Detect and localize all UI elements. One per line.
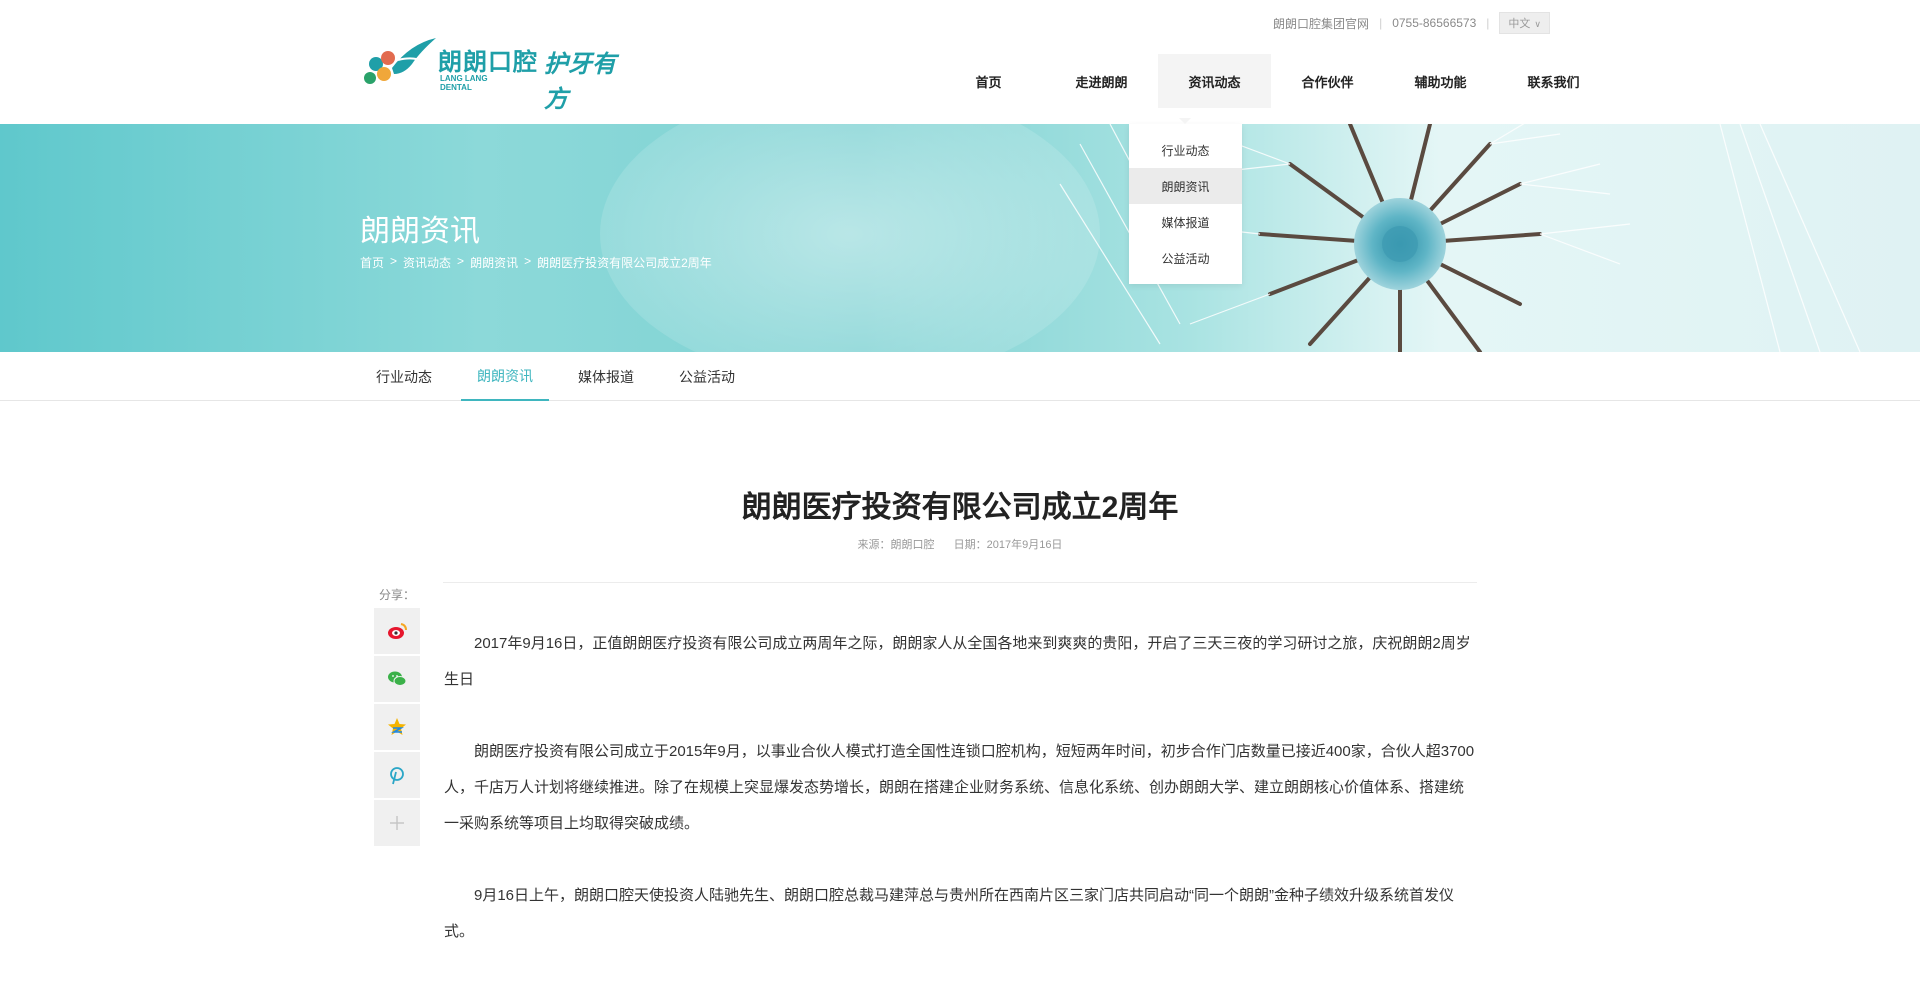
article-body: 2017年9月16日，正值朗朗医疗投资有限公司成立两周年之际，朗朗家人从全国各地… (444, 626, 1477, 982)
article-title: 朗朗医疗投资有限公司成立2周年 (741, 491, 1179, 524)
nav-item-partners[interactable]: 合作伙伴 (1271, 54, 1384, 108)
share-qzone-button[interactable] (374, 704, 420, 750)
nav-item-about[interactable]: 走进朗朗 (1045, 54, 1158, 108)
nav-item-news[interactable]: 资讯动态 (1158, 54, 1271, 108)
article-date: 日期：2017年9月16日 (953, 539, 1063, 551)
article-paragraph: 9月16日上午，朗朗口腔天使投资人陆驰先生、朗朗口腔总裁马建萍总与贵州所在西南片… (444, 887, 1455, 940)
nav-item-contact[interactable]: 联系我们 (1497, 54, 1610, 108)
topbar-separator: | (1486, 16, 1490, 30)
topbar-separator: | (1379, 16, 1383, 30)
share-label: 分享： (378, 588, 415, 602)
tab-industry[interactable]: 行业动态 (360, 352, 448, 401)
qzone-icon (388, 718, 406, 735)
breadcrumb-news[interactable]: 资讯动态 (403, 254, 451, 271)
banner-title: 朗朗资讯 (360, 215, 480, 248)
breadcrumb-separator: > (390, 254, 398, 268)
weibo-icon (388, 623, 407, 639)
chevron-down-icon: ∨ (1534, 19, 1541, 29)
breadcrumb-separator: > (524, 254, 532, 268)
tab-langlang-news[interactable]: 朗朗资讯 (461, 352, 549, 401)
category-tabs: 行业动态 朗朗资讯 媒体报道 公益活动 (0, 352, 1920, 401)
site-header: 朗朗口腔 LANG LANG DENTAL 护牙有方 朗朗口腔集团官网 | 07… (0, 0, 1920, 124)
share-wechat-button[interactable] (374, 656, 420, 702)
article-meta: 来源：朗朗口腔 日期：2017年9月16日 (0, 536, 1920, 552)
article-source: 来源：朗朗口腔 (857, 539, 935, 551)
share-more-button[interactable] (374, 800, 420, 846)
brand-logo[interactable]: 朗朗口腔 LANG LANG DENTAL 护牙有方 (358, 34, 638, 113)
tab-charity[interactable]: 公益活动 (663, 352, 751, 401)
group-site-link[interactable]: 朗朗口腔集团官网 (1273, 15, 1369, 32)
pinterest-icon (390, 767, 404, 785)
phone-number: 0755-86566573 (1392, 16, 1477, 30)
article-paragraph: 朗朗医疗投资有限公司成立于2015年9月，以事业合伙人模式打造全国性连锁口腔机构… (444, 743, 1475, 832)
breadcrumb-current: 朗朗医疗投资有限公司成立2周年 (537, 256, 712, 270)
page-banner: 朗朗资讯 首页 > 资讯动态 > 朗朗资讯 > 朗朗医疗投资有限公司成立2周年 (0, 124, 1920, 352)
breadcrumb-langlang-news[interactable]: 朗朗资讯 (470, 254, 518, 271)
dropdown-item-industry[interactable]: 行业动态 (1129, 132, 1242, 168)
nav-item-accessibility[interactable]: 辅助功能 (1384, 54, 1497, 108)
article-paragraph: 2017年9月16日，正值朗朗医疗投资有限公司成立两周年之际，朗朗家人从全国各地… (444, 635, 1471, 688)
language-label: 中文 (1508, 18, 1531, 30)
dropdown-item-langlang-news[interactable]: 朗朗资讯 (1129, 168, 1242, 204)
nav-item-home[interactable]: 首页 (932, 54, 1045, 108)
main-nav: 首页 走进朗朗 资讯动态 合作伙伴 辅助功能 联系我们 (932, 54, 1610, 108)
dropdown-item-media[interactable]: 媒体报道 (1129, 204, 1242, 240)
plus-icon (390, 816, 404, 830)
breadcrumb-separator: > (457, 254, 465, 268)
tab-media[interactable]: 媒体报道 (562, 352, 650, 401)
language-select[interactable]: 中文 ∨ (1499, 12, 1550, 34)
dropdown-item-charity[interactable]: 公益活动 (1129, 240, 1242, 276)
wechat-icon (388, 671, 407, 686)
logo-wordmark: 朗朗口腔 (438, 49, 538, 76)
top-utility-bar: 朗朗口腔集团官网 | 0755-86566573 | 中文 ∨ (1273, 12, 1550, 34)
news-dropdown-menu: 行业动态 朗朗资讯 媒体报道 公益活动 (1129, 118, 1242, 284)
share-panel: 分享： (374, 582, 420, 848)
hummingbird-logo-icon (364, 38, 436, 84)
logo-subtitle: LANG LANG DENTAL (440, 74, 488, 92)
logo-slogan: 护牙有方 (544, 51, 616, 113)
article-divider (443, 582, 1477, 583)
breadcrumb: 首页 > 资讯动态 > 朗朗资讯 > 朗朗医疗投资有限公司成立2周年 (360, 254, 712, 271)
share-weibo-button[interactable] (374, 608, 420, 654)
share-pinterest-button[interactable] (374, 752, 420, 798)
breadcrumb-home[interactable]: 首页 (360, 254, 384, 271)
